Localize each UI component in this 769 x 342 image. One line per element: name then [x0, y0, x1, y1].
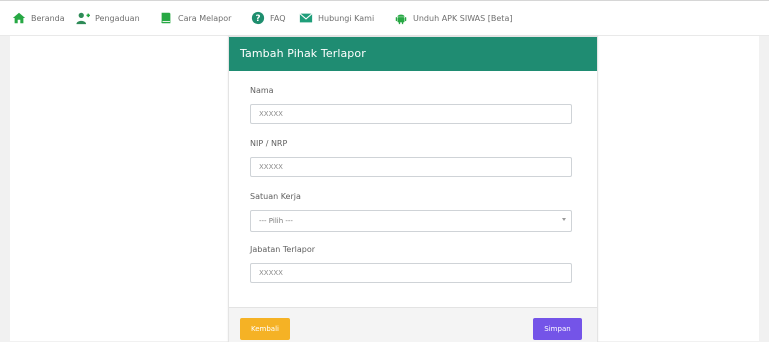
envelope-icon	[299, 11, 313, 25]
top-navigation-bar: Beranda Pengaduan Cara Melapor ? FAQ Hub…	[0, 0, 769, 35]
modal-title: Tambah Pihak Terlapor	[240, 47, 366, 60]
satuan-kerja-selected-value: --- Pilih ---	[259, 217, 293, 225]
page: Beranda Pengaduan Cara Melapor ? FAQ Hub…	[0, 0, 769, 342]
nav-beranda-label: Beranda	[31, 13, 65, 23]
chevron-down-icon	[562, 218, 566, 221]
add-reported-party-modal: Tambah Pihak Terlapor Nama NIP / NRP Sat…	[228, 36, 598, 342]
back-button[interactable]: Kembali	[240, 318, 290, 340]
nav-pengaduan-label: Pengaduan	[95, 13, 140, 23]
nav-hubungi-kami-label: Hubungi Kami	[318, 13, 375, 23]
svg-text:?: ?	[255, 14, 260, 24]
nav-unduh-apk-link[interactable]: Unduh APK SIWAS [Beta]	[394, 9, 512, 27]
nav-hubungi-kami-link[interactable]: Hubungi Kami	[299, 9, 374, 27]
modal-footer: Kembali Simpan	[229, 307, 597, 342]
user-plus-icon	[76, 11, 90, 25]
question-circle-icon: ?	[251, 11, 265, 25]
nav-cara-melapor-label: Cara Melapor	[178, 13, 232, 23]
nav-unduh-apk-label: Unduh APK SIWAS [Beta]	[413, 13, 513, 23]
satuan-kerja-label: Satuan Kerja	[250, 192, 301, 201]
book-icon	[159, 11, 173, 25]
jabatan-input[interactable]	[250, 263, 572, 283]
nav-pengaduan-link[interactable]: Pengaduan	[76, 9, 140, 27]
nav-faq-label: FAQ	[270, 13, 286, 23]
nip-input[interactable]	[250, 157, 572, 177]
jabatan-label: Jabatan Terlapor	[250, 245, 316, 254]
save-button[interactable]: Simpan	[533, 318, 582, 340]
home-icon	[12, 11, 26, 25]
nav-cara-melapor-link[interactable]: Cara Melapor	[159, 9, 231, 27]
nav-beranda-link[interactable]: Beranda	[12, 9, 65, 27]
nama-input[interactable]	[250, 104, 572, 124]
nav-faq-link[interactable]: ? FAQ	[251, 9, 286, 27]
android-icon	[394, 11, 408, 25]
nama-label: Nama	[250, 86, 274, 95]
nip-label: NIP / NRP	[250, 139, 288, 148]
modal-header: Tambah Pihak Terlapor	[229, 37, 597, 71]
satuan-kerja-select[interactable]: --- Pilih ---	[250, 210, 572, 232]
